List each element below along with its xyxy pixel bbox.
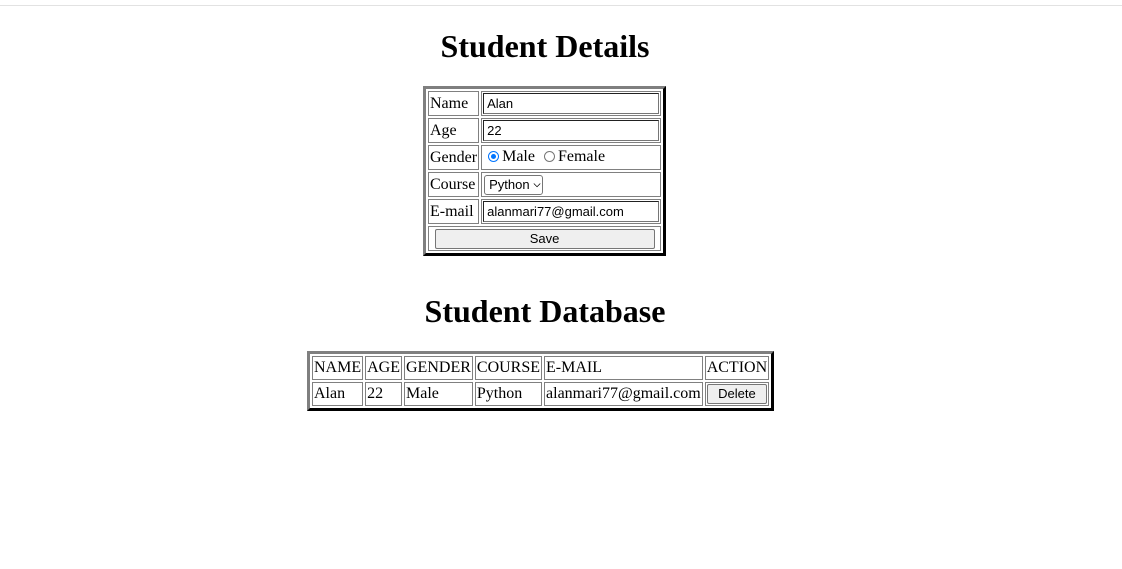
cell-gender: Male	[404, 382, 473, 406]
student-details-form: Name Age Gender Male Female Course Pytho…	[423, 86, 667, 256]
email-input[interactable]	[483, 201, 660, 222]
header-name: NAME	[312, 356, 364, 380]
male-radio[interactable]	[488, 151, 500, 163]
male-radio-label: Male	[502, 147, 535, 165]
header-email: E-MAIL	[544, 356, 703, 380]
cell-course: Python	[474, 382, 543, 406]
age-row: Age	[428, 118, 662, 143]
student-details-title: Student Details	[440, 28, 650, 64]
student-database-title: Student Database	[424, 293, 666, 329]
cell-name: Alan	[312, 382, 364, 406]
table-header-row: NAME AGE GENDER COURSE E-MAIL ACTION	[312, 356, 770, 380]
name-label: Name	[428, 91, 480, 116]
course-select[interactable]: Python ⌵	[484, 174, 544, 195]
header-gender: GENDER	[404, 356, 473, 380]
gender-label: Gender	[428, 145, 480, 170]
delete-button[interactable]: Delete	[706, 384, 768, 404]
chevron-down-icon: ⌵	[533, 179, 541, 189]
female-radio-label: Female	[557, 147, 606, 165]
header-course: COURSE	[474, 356, 543, 380]
course-select-value: Python	[489, 177, 530, 192]
save-button[interactable]: Save	[434, 228, 655, 249]
name-row: Name	[428, 91, 662, 116]
gender-row: Gender Male Female	[428, 145, 662, 170]
name-input[interactable]	[483, 93, 660, 114]
top-divider	[0, 5, 1122, 6]
cell-email: alanmari77@gmail.com	[544, 382, 703, 406]
gender-radio-group: Male Female	[483, 148, 605, 166]
header-action: ACTION	[704, 356, 770, 380]
course-label: Course	[428, 172, 480, 197]
student-database-table: NAME AGE GENDER COURSE E-MAIL ACTION Ala…	[307, 351, 775, 411]
cell-age: 22	[365, 382, 402, 406]
email-row: E-mail	[428, 199, 662, 224]
header-age: AGE	[365, 356, 402, 380]
table-row: Alan 22 Male Python alanmari77@gmail.com…	[312, 382, 770, 406]
save-row: Save	[428, 226, 662, 251]
course-row: Course Python ⌵	[428, 172, 662, 197]
age-input[interactable]	[483, 120, 660, 141]
female-radio[interactable]	[543, 151, 555, 163]
email-label: E-mail	[428, 199, 480, 224]
age-label: Age	[428, 118, 480, 143]
